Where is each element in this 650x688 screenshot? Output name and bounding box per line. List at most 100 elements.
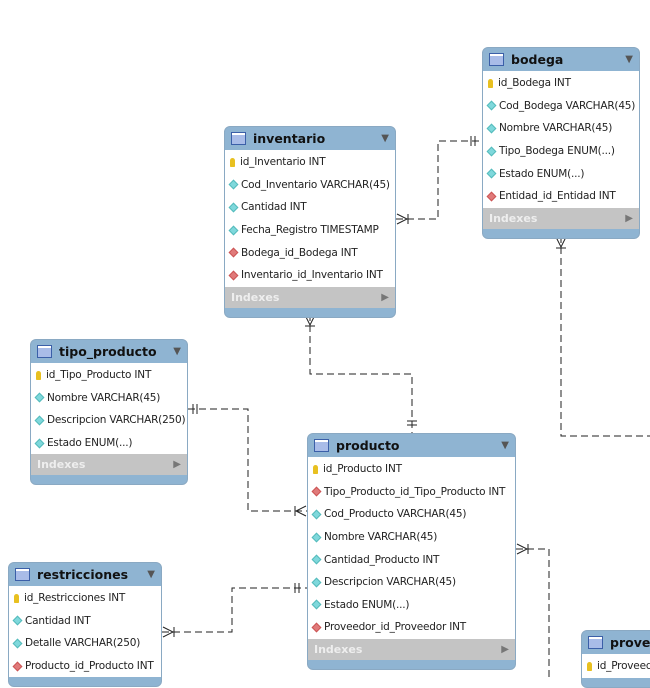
column-list: id_Tipo_Producto INT Nombre VARCHAR(45) De… [31, 363, 187, 455]
table-header[interactable]: restricciones ▼ [9, 563, 161, 586]
column-label: Cod_Producto VARCHAR(45) [324, 508, 467, 521]
column-label: id_Inventario INT [240, 156, 326, 169]
collapse-triangle-icon[interactable]: ▼ [173, 346, 181, 357]
column-row[interactable]: Nombre VARCHAR(45) [483, 117, 639, 140]
collapse-triangle-icon[interactable]: ▼ [501, 440, 509, 451]
column-row[interactable]: Cod_Inventario VARCHAR(45) [225, 174, 395, 197]
column-label: Proveedor_id_Proveedor INT [324, 621, 466, 634]
primary-key-icon [36, 370, 41, 380]
column-label: Cod_Inventario VARCHAR(45) [241, 178, 390, 191]
column-icon [311, 554, 322, 565]
indexes-section[interactable]: Indexes ▶ [31, 454, 187, 476]
column-label: Tipo_Producto_id_Tipo_Producto INT [324, 485, 506, 498]
table-name: proveedor [610, 635, 650, 650]
column-list: id_Bodega INT Cod_Bodega VARCHAR(45) Nombr… [483, 71, 639, 208]
column-row[interactable]: Descripcion VARCHAR(45) [308, 571, 515, 594]
column-row[interactable]: Tipo_Producto_id_Tipo_Producto INT [308, 481, 515, 504]
column-list: id_Restricciones INT Cantidad INT Detalle … [9, 586, 161, 678]
indexes-section[interactable]: Indexes ▶ [225, 286, 395, 308]
table-icon [15, 568, 30, 581]
column-row[interactable]: Descripcion VARCHAR(250) [31, 409, 187, 432]
column-row[interactable]: Bodega_id_Bodega INT [225, 241, 395, 264]
table-header[interactable]: producto ▼ [308, 434, 515, 457]
column-row[interactable]: Detalle VARCHAR(250) [9, 632, 161, 655]
table-inventario[interactable]: inventario ▼ id_Inventario INT Cod_Inventar… [224, 126, 396, 318]
expand-arrow-icon[interactable]: ▶ [625, 213, 633, 224]
table-proveedor[interactable]: proveedor▼ id_Proveedor INT [581, 630, 650, 688]
expand-arrow-icon[interactable]: ▶ [501, 644, 509, 655]
column-list: id_Inventario INT Cod_Inventario VARCHAR(… [225, 150, 395, 287]
column-row[interactable]: Cantidad_Producto INT [308, 548, 515, 571]
column-row[interactable]: Inventario_id_Inventario INT [225, 264, 395, 287]
collapse-triangle-icon[interactable]: ▼ [147, 569, 155, 580]
column-row[interactable]: Producto_id_Producto INT [9, 655, 161, 678]
table-bodega[interactable]: bodega ▼ id_Bodega INT Cod_Bodega VARCHAR(4… [482, 47, 640, 239]
column-row[interactable]: Fecha_Registro TIMESTAMP [225, 219, 395, 242]
column-list: id_Producto INT Tipo_Producto_id_Tipo_Pro… [308, 457, 515, 639]
column-label: id_Producto INT [323, 463, 402, 476]
column-row[interactable]: id_Bodega INT [483, 72, 639, 95]
column-row[interactable]: Cantidad INT [225, 196, 395, 219]
foreign-key-icon [228, 247, 239, 258]
table-name: producto [336, 438, 400, 453]
indexes-section[interactable]: Indexes ▶ [308, 638, 515, 660]
column-row[interactable]: Estado ENUM(...) [483, 162, 639, 185]
collapse-triangle-icon[interactable]: ▼ [625, 54, 633, 65]
column-row[interactable]: Estado ENUM(...) [308, 594, 515, 617]
column-icon [311, 577, 322, 588]
table-header[interactable]: tipo_producto ▼ [31, 340, 187, 363]
column-label: id_Bodega INT [498, 77, 571, 90]
column-label: Cantidad INT [241, 201, 307, 214]
column-row[interactable]: Cantidad INT [9, 610, 161, 633]
column-row[interactable]: Entidad_id_Entidad INT [483, 185, 639, 208]
column-row[interactable]: Cod_Producto VARCHAR(45) [308, 503, 515, 526]
expand-arrow-icon[interactable]: ▶ [173, 459, 181, 470]
column-label: Nombre VARCHAR(45) [499, 122, 613, 135]
column-row[interactable]: id_Proveedor INT [582, 655, 650, 678]
column-label: Entidad_id_Entidad INT [499, 190, 616, 203]
column-icon [12, 638, 23, 649]
column-label: id_Proveedor INT [597, 660, 650, 673]
indexes-label: Indexes [37, 458, 86, 472]
column-row[interactable]: Nombre VARCHAR(45) [31, 387, 187, 410]
column-row[interactable]: id_Restricciones INT [9, 587, 161, 610]
column-label: Nombre VARCHAR(45) [324, 531, 438, 544]
column-row[interactable]: Tipo_Bodega ENUM(...) [483, 140, 639, 163]
column-row[interactable]: id_Producto INT [308, 458, 515, 481]
column-label: Producto_id_Producto INT [25, 660, 154, 673]
column-label: Cantidad_Producto INT [324, 553, 440, 566]
column-row[interactable]: id_Tipo_Producto INT [31, 364, 187, 387]
column-label: Cantidad INT [25, 614, 91, 627]
column-icon [311, 509, 322, 520]
column-row[interactable]: Estado ENUM(...) [31, 432, 187, 455]
column-label: id_Tipo_Producto INT [46, 369, 152, 382]
table-header[interactable]: proveedor▼ [582, 631, 650, 654]
column-row[interactable]: id_Inventario INT [225, 151, 395, 174]
rel-producto-proveedor [516, 548, 550, 678]
foreign-key-icon [486, 191, 497, 202]
column-label: Nombre VARCHAR(45) [47, 391, 161, 404]
collapse-triangle-icon[interactable]: ▼ [381, 133, 389, 144]
column-row[interactable]: Nombre VARCHAR(45) [308, 526, 515, 549]
rel-bodega-down [560, 236, 650, 437]
table-name: bodega [511, 52, 564, 67]
foreign-key-icon [12, 661, 23, 672]
table-tipo_producto[interactable]: tipo_producto ▼ id_Tipo_Producto INT Nombre… [30, 339, 188, 486]
table-header[interactable]: inventario ▼ [225, 127, 395, 150]
table-header[interactable]: bodega ▼ [483, 48, 639, 71]
column-row[interactable]: Cod_Bodega VARCHAR(45) [483, 95, 639, 118]
primary-key-icon [488, 78, 493, 88]
primary-key-icon [14, 593, 19, 603]
indexes-section[interactable]: Indexes ▶ [483, 207, 639, 229]
table-producto[interactable]: producto ▼ id_Producto INT Tipo_Producto_id… [307, 433, 516, 670]
column-label: Detalle VARCHAR(250) [25, 637, 141, 650]
column-icon [486, 123, 497, 134]
table-restricciones[interactable]: restricciones ▼ id_Restricciones INT Cantid… [8, 562, 162, 688]
column-label: Fecha_Registro TIMESTAMP [241, 224, 379, 237]
primary-key-icon [313, 464, 318, 474]
table-name: tipo_producto [59, 344, 157, 359]
column-icon [486, 146, 497, 157]
indexes-label: Indexes [314, 642, 363, 656]
expand-arrow-icon[interactable]: ▶ [381, 292, 389, 303]
column-row[interactable]: Proveedor_id_Proveedor INT [308, 616, 515, 639]
